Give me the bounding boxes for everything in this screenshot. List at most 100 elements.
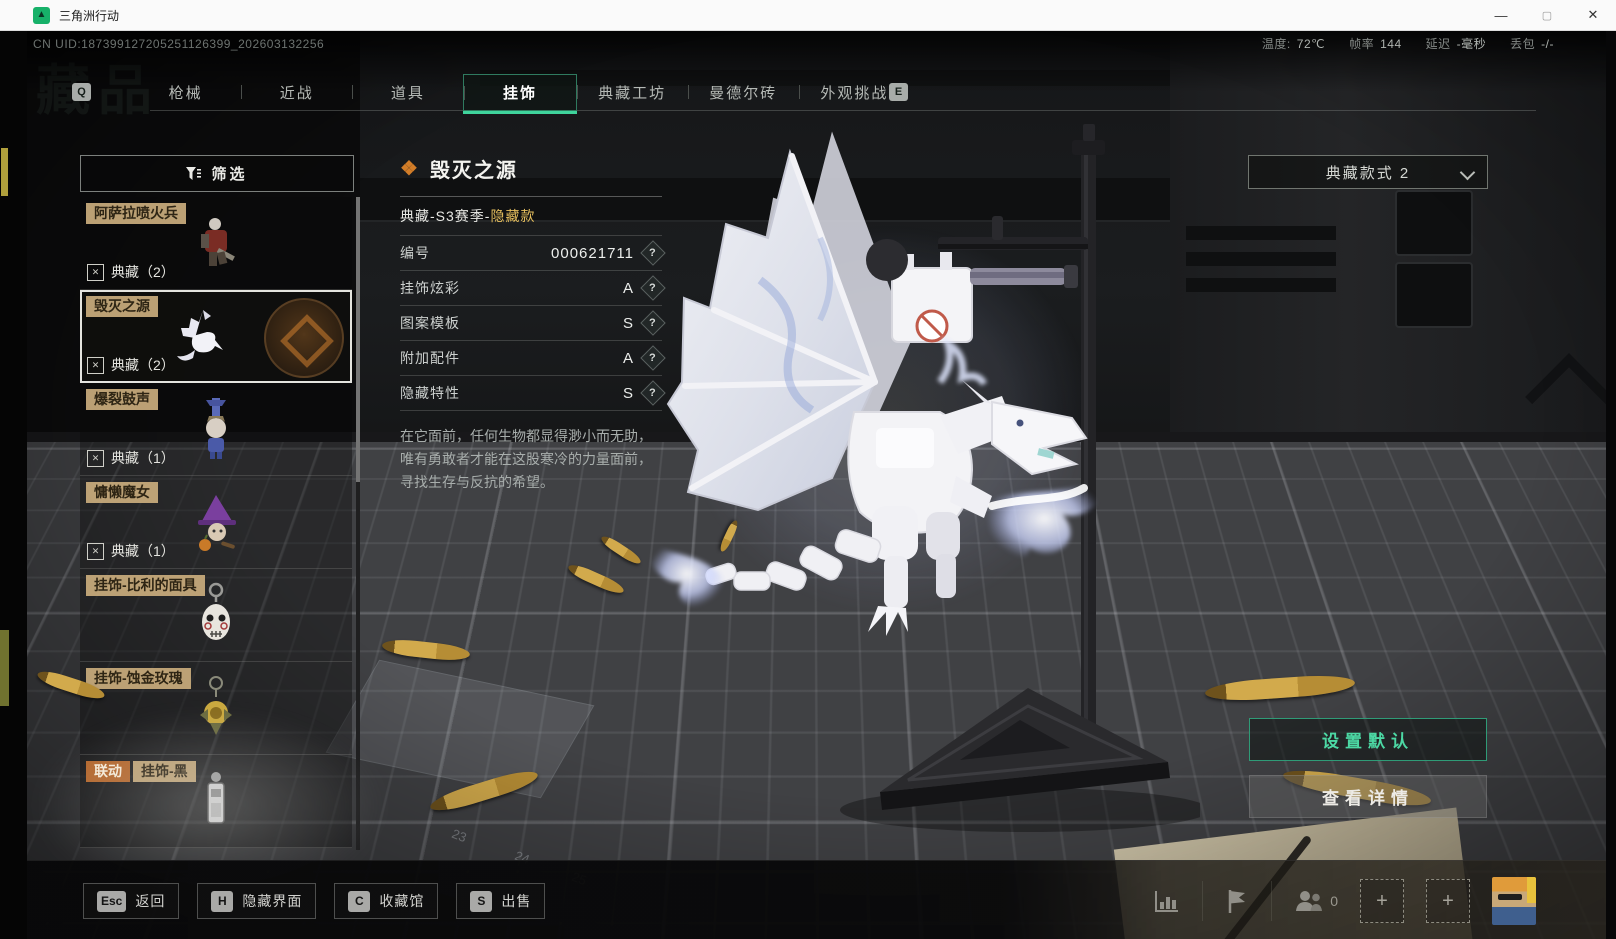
detail-row-hidden-trait: 隐藏特性 S ? [400,376,666,411]
c-key-badge: C [348,890,371,912]
list-item-billys-mask[interactable]: 挂饰-比利的面具 [80,569,352,662]
list-item-asara-flamethrower[interactable]: 阿萨拉喷火兵 ✕ 典藏（2） [80,197,352,290]
people-icon [1296,891,1323,911]
s-key-badge: S [470,890,493,912]
serial-value: 000621711 [551,244,634,262]
chevron-down-icon [1459,164,1476,181]
grade-value: S [622,384,634,402]
scrollbar-thumb[interactable] [356,197,360,482]
social-button[interactable]: 0 [1294,889,1338,913]
stat-packet-loss: 丢包 -/- [1510,37,1554,51]
performance-stats: 温度: 72℃ 帧率 144 延迟 -毫秒 丢包 -/- [1262,35,1554,52]
thumb-dragon [176,310,223,361]
filter-funnel-icon [186,166,202,180]
list-item-source-of-destruction[interactable]: 毁灭之源 ✕ 典藏（2） [80,290,352,383]
social-count: 0 [1330,893,1338,909]
plus-icon: + [1376,889,1388,912]
list-item-burst-drumbeat[interactable]: 爆裂鼓声 ✕ 典藏（1） [80,383,352,476]
sell-shortcut[interactable]: S 出售 [456,883,546,919]
detail-row-serial: 编号 000621711 ? [400,236,666,271]
tab-prev-key-badge: Q [72,83,91,101]
hud-top-bar: CN UID:187399127205251126399_20260313225… [33,35,1554,52]
bar-chart-icon [1155,891,1179,912]
charm-description: 在它面前，任何生物都显得渺小而无助，唯有勇敢者才能在这股寒冷的力量面前，寻找生存… [400,428,652,490]
case-chevron-mark [1525,353,1613,441]
tab-melee[interactable]: 近战 [241,74,352,111]
banner-button[interactable] [1225,888,1249,914]
left-edge-strip [0,30,27,939]
tab-guns[interactable]: 枪械 [130,74,241,111]
plus-icon: + [1442,889,1454,912]
collection-hall-shortcut[interactable]: C 收藏馆 [334,883,439,919]
help-icon[interactable]: ? [640,275,666,301]
stat-fps: 帧率 144 [1349,37,1402,51]
game-viewport: 藏品 23 24 25 [0,30,1616,939]
tab-mandel-brick[interactable]: 曼德尔砖 [687,74,799,111]
help-icon[interactable]: ? [640,310,666,336]
tab-appearance-challenge[interactable]: 外观挑战 [798,74,910,111]
player-avatar[interactable] [1492,877,1536,925]
window-controls: — ▢ ✕ [1478,0,1616,30]
minimize-button[interactable]: — [1478,0,1524,30]
thumb-soldier [201,218,235,266]
detail-row-pattern-template: 图案模板 S ? [400,306,666,341]
stat-latency: 延迟 -毫秒 [1425,37,1487,51]
list-scrollbar[interactable] [356,197,360,850]
stat-temperature: 温度: 72℃ [1261,37,1326,51]
esc-key-badge: Esc [97,890,127,912]
empty-slot-2[interactable]: + [1426,879,1470,923]
empty-slot-1[interactable]: + [1360,879,1404,923]
right-edge-strip [1606,30,1616,939]
charm-title-row: ❖ 毁灭之源 [400,154,662,183]
bottom-bar: Esc 返回 H 隐藏界面 C 收藏馆 S 出售 0 + + [0,860,1616,939]
grade-value: A [622,349,634,367]
bottom-right-icons: 0 + + [1154,875,1536,927]
h-key-badge: H [211,890,234,912]
help-icon[interactable]: ? [640,380,666,406]
collection-emblem [264,298,344,378]
filter-button[interactable]: 筛选 [80,155,354,192]
set-default-button[interactable]: 设置默认 [1249,718,1487,761]
view-details-button[interactable]: 查看详情 [1249,775,1487,818]
os-titlebar: ▲ 三角洲行动 — ▢ ✕ [0,0,1616,31]
back-shortcut[interactable]: Esc 返回 [83,883,180,919]
list-item-corroded-gold-rose[interactable]: 挂饰-蚀金玫瑰 [80,662,352,755]
grade-value: S [622,314,634,332]
maximize-button[interactable]: ▢ [1524,0,1570,30]
collection-count-icon: ✕ [87,356,104,374]
collection-count-icon: ✕ [87,449,104,467]
grade-value: A [622,279,634,297]
flag-icon [1228,890,1246,913]
close-button[interactable]: ✕ [1570,0,1616,30]
charm-tier: 典藏-S3赛季-隐藏款 [400,196,662,236]
window-title: 三角洲行动 [59,8,120,23]
list-item-lazy-witch[interactable]: 慵懒魔女 ✕ 典藏（1） [80,476,352,569]
collection-count-icon: ✕ [87,263,104,281]
collection-count-icon: ✕ [87,542,104,560]
dragon-charm-3d-model[interactable] [640,120,1200,840]
hidden-variant-label: 隐藏款 [490,208,536,224]
tab-charms[interactable]: 挂饰 [463,74,577,114]
hide-ui-shortcut[interactable]: H 隐藏界面 [197,883,317,919]
logo-triangle-glyph: ▲ [36,9,47,20]
tab-collection-workshop[interactable]: 典藏工坊 [576,74,688,111]
thumb-gold-rose [200,676,232,735]
shortcut-buttons: Esc 返回 H 隐藏界面 C 收藏馆 S 出售 [83,883,546,919]
category-tabs: 枪械 近战 道具 挂饰 典藏工坊 曼德尔砖 外观挑战 [130,74,910,114]
stats-chart-button[interactable] [1154,889,1180,913]
charm-detail-panel: ❖ 毁灭之源 典藏-S3赛季-隐藏款 编号 000621711 ? 挂饰炫彩 A ?… [400,154,666,494]
thumb-witch [198,495,236,551]
tab-items[interactable]: 道具 [352,74,463,111]
app-window: ▲ 三角洲行动 — ▢ ✕ 藏品 [0,0,1616,939]
collection-style-dropdown[interactable]: 典藏款式 2 [1248,155,1488,189]
charm-emblem-icon: ❖ [400,158,420,180]
help-icon[interactable]: ? [640,345,666,371]
list-item-linkage-black-charm[interactable]: 联动 挂饰-黑 [80,755,352,848]
linkage-badge: 联动 [86,761,130,782]
uid-text: CN UID:187399127205251126399_20260313225… [33,36,325,51]
thumb-blue-charm [206,398,226,459]
detail-row-extra-accessory: 附加配件 A ? [400,341,666,376]
help-icon[interactable]: ? [640,240,666,266]
charm-list: 阿萨拉喷火兵 ✕ 典藏（2） 毁灭之源 ✕ 典藏（2） 爆裂鼓声 ✕ 典藏（1）… [80,197,352,850]
detail-row-charm-colorway: 挂饰炫彩 A ? [400,271,666,306]
